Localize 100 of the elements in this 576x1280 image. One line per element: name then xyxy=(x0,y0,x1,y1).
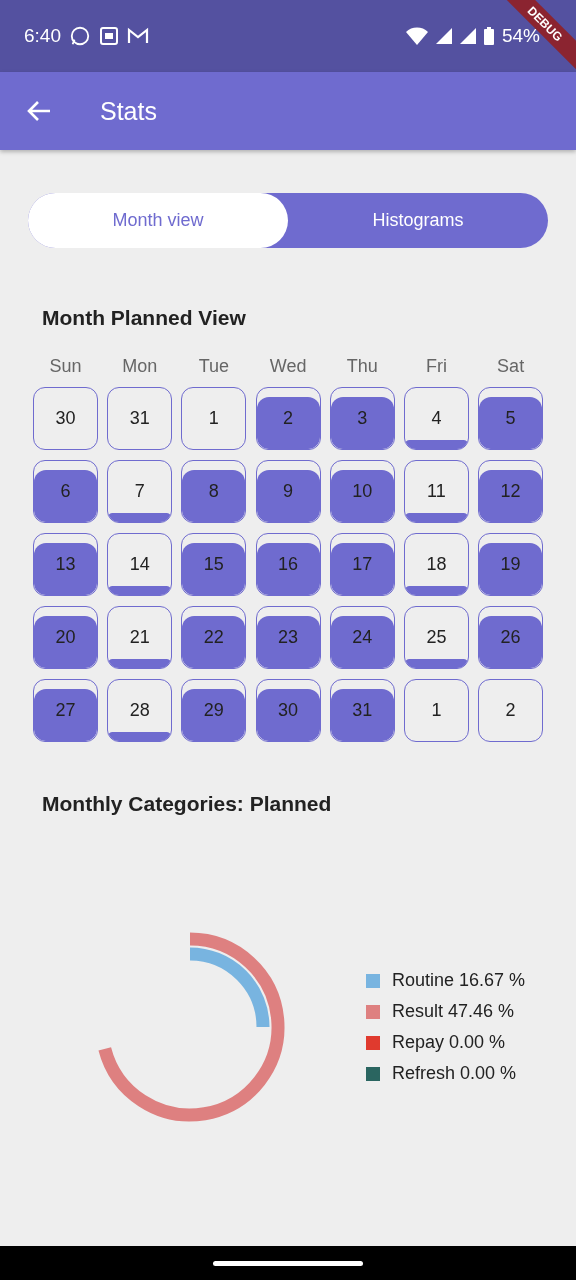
day-cell[interactable]: 17 xyxy=(329,533,395,596)
day-cell[interactable]: 8 xyxy=(181,460,247,523)
day-number: 3 xyxy=(357,408,368,429)
day-fill xyxy=(404,439,468,449)
day-cell[interactable]: 11 xyxy=(403,460,469,523)
day-fill xyxy=(256,470,320,522)
day-number: 31 xyxy=(352,700,373,721)
day-cell[interactable]: 12 xyxy=(478,460,544,523)
day-cell[interactable]: 5 xyxy=(478,387,544,450)
page-title: Stats xyxy=(100,96,157,126)
battery-icon xyxy=(483,27,494,45)
day-fill xyxy=(330,689,394,741)
day-fill xyxy=(479,397,543,449)
day-number: 20 xyxy=(55,627,76,648)
day-number: 1 xyxy=(431,700,442,721)
mail-icon xyxy=(127,27,149,45)
signal-icon xyxy=(459,28,476,44)
weekday-label: Thu xyxy=(345,356,379,377)
day-fill xyxy=(256,616,320,668)
day-cell[interactable]: 30 xyxy=(33,387,98,450)
view-tab[interactable]: Histograms xyxy=(288,193,548,248)
day-number: 10 xyxy=(352,481,373,502)
day-number: 15 xyxy=(203,554,224,575)
chat-icon xyxy=(69,25,91,47)
day-cell[interactable]: 22 xyxy=(181,606,247,669)
calendar-icon xyxy=(99,26,119,46)
day-cell[interactable]: 25 xyxy=(403,606,469,669)
signal-icon xyxy=(435,28,452,44)
day-number: 11 xyxy=(427,481,446,502)
day-number: 9 xyxy=(283,481,294,502)
day-fill xyxy=(34,543,97,595)
day-cell[interactable]: 24 xyxy=(329,606,395,669)
day-cell[interactable]: 16 xyxy=(255,533,321,596)
day-cell[interactable]: 21 xyxy=(107,606,173,669)
day-cell[interactable]: 31 xyxy=(329,679,395,742)
day-number: 21 xyxy=(129,627,150,648)
day-cell[interactable]: 7 xyxy=(107,460,173,523)
view-tab[interactable]: Month view xyxy=(28,193,288,248)
day-cell[interactable]: 1 xyxy=(181,387,247,450)
day-fill xyxy=(182,543,246,595)
day-fill xyxy=(330,616,394,668)
legend-label: Routine 16.67 % xyxy=(392,970,526,991)
day-cell[interactable]: 6 xyxy=(33,460,98,523)
day-cell[interactable]: 26 xyxy=(478,606,544,669)
day-cell[interactable]: 23 xyxy=(255,606,321,669)
back-button[interactable] xyxy=(26,99,52,123)
weekday-label: Fri xyxy=(424,356,448,377)
day-cell[interactable]: 28 xyxy=(107,679,173,742)
day-number: 7 xyxy=(134,481,145,502)
day-number: 4 xyxy=(431,408,442,429)
clock: 6:40 xyxy=(24,25,61,47)
day-cell[interactable]: 2 xyxy=(478,679,544,742)
day-cell[interactable]: 3 xyxy=(329,387,395,450)
day-number: 28 xyxy=(129,700,150,721)
day-cell[interactable]: 4 xyxy=(403,387,469,450)
day-number: 31 xyxy=(129,408,150,429)
day-fill xyxy=(330,543,394,595)
day-cell[interactable]: 10 xyxy=(329,460,395,523)
day-fill xyxy=(256,397,320,449)
day-cell[interactable]: 18 xyxy=(403,533,469,596)
day-cell[interactable]: 15 xyxy=(181,533,247,596)
day-number: 5 xyxy=(505,408,516,429)
day-fill xyxy=(330,470,394,522)
day-number: 26 xyxy=(500,627,521,648)
day-cell[interactable]: 29 xyxy=(181,679,247,742)
day-number: 29 xyxy=(203,700,224,721)
day-cell[interactable]: 1 xyxy=(403,679,469,742)
day-number: 22 xyxy=(203,627,224,648)
day-cell[interactable]: 30 xyxy=(255,679,321,742)
section-title: Month Planned View xyxy=(41,306,247,330)
day-cell[interactable]: 19 xyxy=(478,533,544,596)
day-cell[interactable]: 9 xyxy=(255,460,321,523)
day-number: 1 xyxy=(208,408,219,429)
day-number: 19 xyxy=(500,554,521,575)
day-cell[interactable]: 27 xyxy=(33,679,98,742)
day-number: 30 xyxy=(55,408,76,429)
day-cell[interactable]: 2 xyxy=(255,387,321,450)
day-fill xyxy=(34,470,97,522)
legend-label: Refresh 0.00 % xyxy=(392,1063,517,1084)
day-cell[interactable]: 31 xyxy=(107,387,173,450)
day-fill xyxy=(108,658,172,668)
day-cell[interactable]: 20 xyxy=(33,606,98,669)
day-fill xyxy=(256,689,320,741)
day-fill xyxy=(479,470,543,522)
day-number: 6 xyxy=(60,481,71,502)
legend-label: Repay 0.00 % xyxy=(392,1032,506,1053)
day-fill xyxy=(108,512,172,522)
day-cell[interactable]: 14 xyxy=(107,533,173,596)
day-number: 24 xyxy=(352,627,373,648)
day-cell[interactable]: 13 xyxy=(33,533,98,596)
day-fill xyxy=(330,397,394,449)
day-fill xyxy=(182,616,246,668)
day-fill xyxy=(108,585,172,595)
weekday-label: Wed xyxy=(268,356,308,377)
wifi-icon xyxy=(405,27,428,45)
home-handle[interactable] xyxy=(213,1260,363,1266)
day-number: 30 xyxy=(278,700,299,721)
weekday-label: Mon xyxy=(121,356,159,377)
day-fill xyxy=(34,689,97,741)
day-fill xyxy=(108,731,172,741)
